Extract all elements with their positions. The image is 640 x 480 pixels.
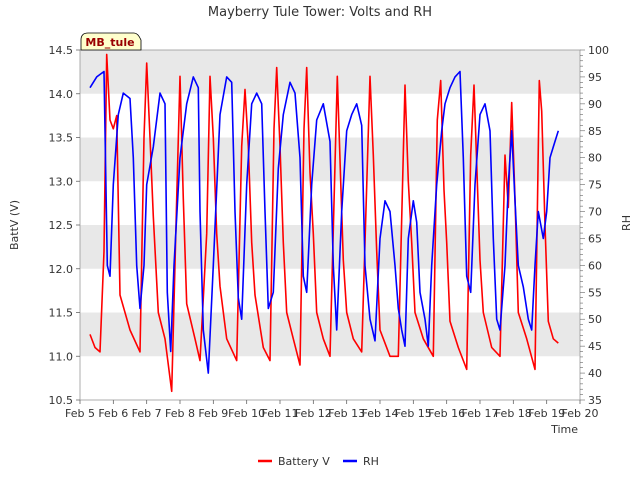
y-right-tick-label: 75 xyxy=(588,179,602,192)
y-right-axis-ticks: 35 40 45 50 55 60 65 70 75 80 85 90 95 100 xyxy=(580,44,609,407)
x-tick-label: Feb 19 xyxy=(528,407,565,420)
x-tick-label: Feb 8 xyxy=(165,407,195,420)
y-left-tick-label: 14.0 xyxy=(49,88,74,101)
x-tick-label: Feb 9 xyxy=(198,407,228,420)
legend: Battery V RH xyxy=(258,455,379,468)
x-tick-label: Feb 20 xyxy=(562,407,599,420)
legend-label-rh: RH xyxy=(363,455,379,468)
y-left-tick-label: 14.5 xyxy=(49,44,74,57)
y-right-tick-label: 85 xyxy=(588,125,602,138)
y-left-tick-label: 10.5 xyxy=(49,394,74,407)
y-right-tick-label: 90 xyxy=(588,98,602,111)
y-left-tick-label: 11.5 xyxy=(49,307,74,320)
x-axis-ticks: Feb 5 Feb 6 Feb 7 Feb 8 Feb 9 Feb 10Feb 11Feb… xyxy=(65,400,598,420)
x-tick-label: Feb 16 xyxy=(428,407,465,420)
y-left-tick-label: 12.0 xyxy=(49,263,74,276)
y-right-tick-label: 95 xyxy=(588,71,602,84)
x-tick-label: Feb 15 xyxy=(395,407,432,420)
y-right-tick-label: 35 xyxy=(588,394,602,407)
x-tick-label: Feb 14 xyxy=(362,407,399,420)
chart-title: Mayberry Tule Tower: Volts and RH xyxy=(208,5,432,20)
x-tick-label: Feb 13 xyxy=(328,407,365,420)
site-badge: MB_tule xyxy=(80,32,142,51)
y-right-tick-label: 50 xyxy=(588,313,602,326)
y-right-tick-label: 80 xyxy=(588,152,602,165)
y-left-tick-label: 12.5 xyxy=(49,219,74,232)
x-tick-label: Feb 10 xyxy=(228,407,265,420)
y-right-axis-label: RH xyxy=(620,215,633,231)
y-left-tick-label: 13.5 xyxy=(49,132,74,145)
grid-bands xyxy=(80,50,580,357)
y-left-tick-label: 11.0 xyxy=(49,350,74,363)
x-tick-label: Feb 5 xyxy=(65,407,95,420)
y-right-tick-label: 40 xyxy=(588,367,602,380)
y-right-tick-label: 70 xyxy=(588,206,602,219)
x-tick-label: Feb 12 xyxy=(295,407,332,420)
chart-svg: Mayberry Tule Tower: Volts and RH MB_tul… xyxy=(8,5,633,468)
x-tick-label: Feb 18 xyxy=(495,407,532,420)
y-right-tick-label: 60 xyxy=(588,259,602,272)
y-right-tick-label: 45 xyxy=(588,340,602,353)
y-left-tick-label: 13.0 xyxy=(49,175,74,188)
y-right-tick-label: 65 xyxy=(588,232,602,245)
x-tick-label: Feb 6 xyxy=(98,407,128,420)
y-left-axis-label: BattV (V) xyxy=(8,200,21,250)
x-tick-label: Feb 7 xyxy=(132,407,162,420)
x-tick-label: Feb 17 xyxy=(462,407,499,420)
y-left-axis-ticks: 10.5 11.0 11.5 12.0 12.5 13.0 13.5 14.0 14.5 xyxy=(49,44,80,407)
grid-band xyxy=(80,50,580,94)
legend-label-battery: Battery V xyxy=(278,455,330,468)
x-tick-label: Feb 11 xyxy=(262,407,299,420)
y-right-tick-label: 100 xyxy=(588,44,609,57)
site-label: MB_tule xyxy=(85,36,134,49)
x-axis-label: Time xyxy=(550,423,578,436)
y-right-tick-label: 55 xyxy=(588,286,602,299)
